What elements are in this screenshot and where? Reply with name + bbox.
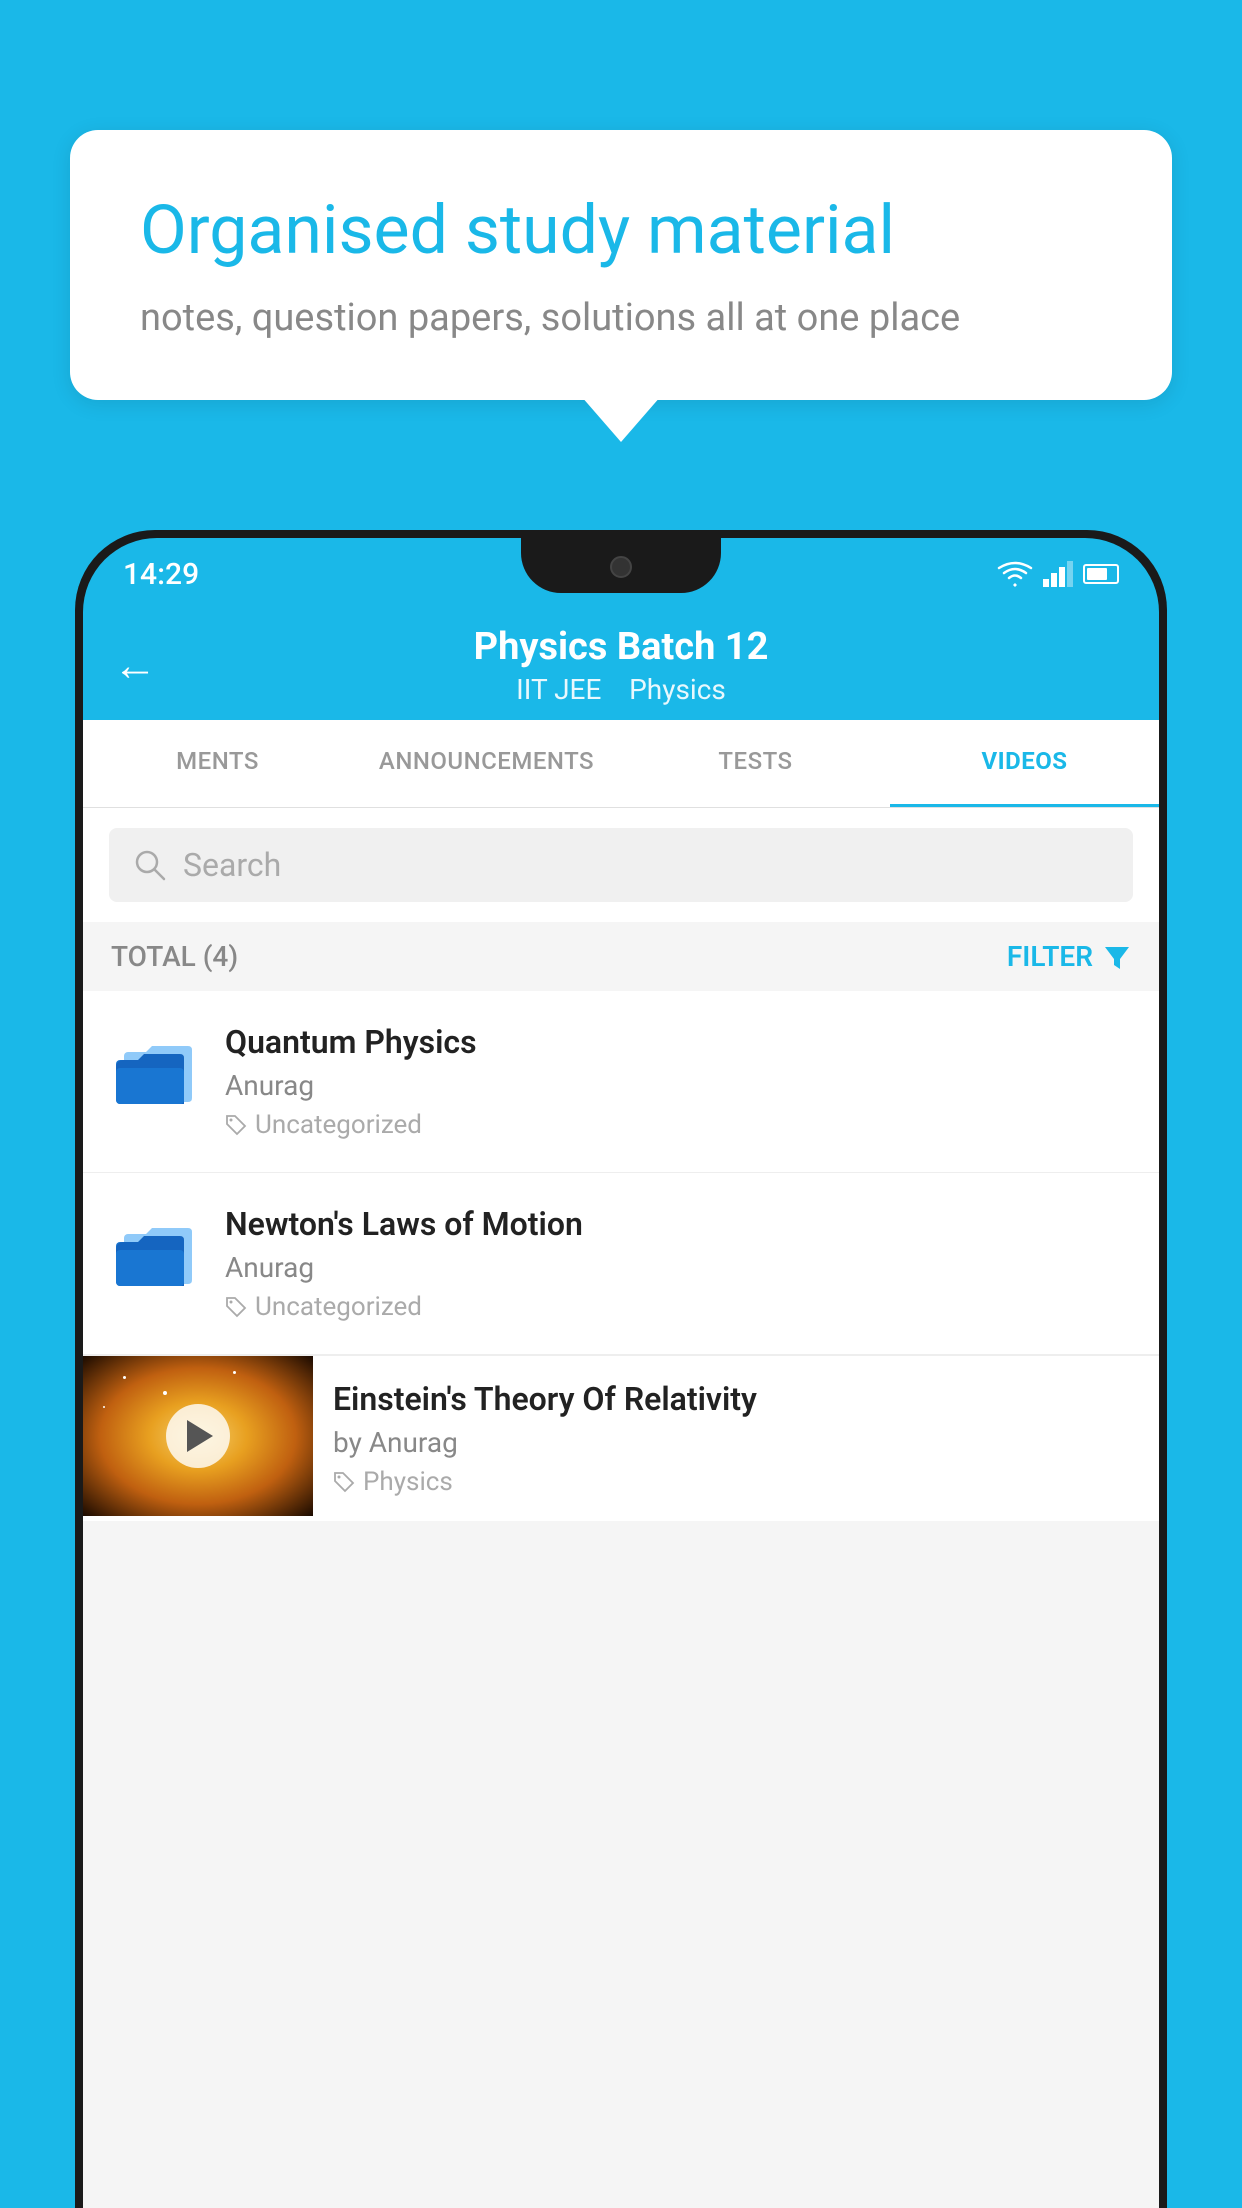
search-bar: Search — [83, 808, 1159, 922]
star-4 — [103, 1406, 105, 1408]
star-3 — [233, 1371, 236, 1374]
video-thumbnail-2 — [111, 1205, 201, 1295]
camera-dot — [610, 556, 632, 578]
star-2 — [163, 1391, 167, 1395]
video-title-2: Newton's Laws of Motion — [225, 1205, 1131, 1243]
folder-icon — [116, 1032, 196, 1104]
filter-button[interactable]: FILTER — [1007, 940, 1131, 973]
back-button[interactable]: ← — [113, 639, 157, 691]
video-title-3: Einstein's Theory Of Relativity — [333, 1380, 1135, 1418]
bubble-title: Organised study material — [140, 190, 1102, 272]
list-item[interactable]: Newton's Laws of Motion Anurag Uncategor… — [83, 1173, 1159, 1355]
signal-icon — [1043, 561, 1073, 587]
tab-videos[interactable]: VIDEOS — [890, 720, 1159, 807]
tag-icon — [333, 1471, 355, 1493]
content-area: Search TOTAL (4) FILTER — [83, 808, 1159, 2208]
play-triangle — [187, 1420, 213, 1452]
search-placeholder: Search — [183, 846, 281, 884]
filter-label: FILTER — [1007, 940, 1093, 973]
list-item[interactable]: Quantum Physics Anurag Uncategorized — [83, 991, 1159, 1173]
search-icon — [133, 848, 167, 882]
video-tag-2: Uncategorized — [225, 1292, 1131, 1322]
video-title-1: Quantum Physics — [225, 1023, 1131, 1061]
speech-bubble: Organised study material notes, question… — [70, 130, 1172, 400]
speech-bubble-area: Organised study material notes, question… — [70, 130, 1172, 400]
video-tag-3: Physics — [333, 1467, 1135, 1497]
tab-bar: MENTS ANNOUNCEMENTS TESTS VIDEOS — [83, 720, 1159, 808]
star-1 — [123, 1376, 126, 1379]
list-item[interactable]: Einstein's Theory Of Relativity by Anura… — [83, 1355, 1159, 1521]
total-count: TOTAL (4) — [111, 940, 238, 973]
phone-inner: 14:29 — [83, 538, 1159, 2208]
wifi-icon — [997, 561, 1033, 587]
header-tag1: IIT JEE — [516, 673, 601, 706]
tag-icon — [225, 1114, 247, 1136]
search-input-wrap[interactable]: Search — [109, 828, 1133, 902]
tag-icon — [225, 1296, 247, 1318]
video-author-3: by Anurag — [333, 1426, 1135, 1459]
play-button[interactable] — [166, 1404, 230, 1468]
video-tag-text-3: Physics — [363, 1467, 453, 1497]
app-header: ← Physics Batch 12 IIT JEE Physics — [83, 610, 1159, 720]
notch — [521, 538, 721, 593]
status-time: 14:29 — [123, 557, 199, 592]
video-tag-1: Uncategorized — [225, 1110, 1131, 1140]
header-tag2: Physics — [629, 673, 726, 706]
filter-row: TOTAL (4) FILTER — [83, 922, 1159, 991]
video-thumbnail-1 — [111, 1023, 201, 1113]
header-title: Physics Batch 12 — [474, 625, 769, 669]
battery-fill — [1087, 568, 1107, 580]
video-info-3: Einstein's Theory Of Relativity by Anura… — [313, 1356, 1159, 1521]
filter-icon — [1103, 943, 1131, 971]
video-author-2: Anurag — [225, 1251, 1131, 1284]
video-tag-text-1: Uncategorized — [255, 1110, 422, 1140]
phone-frame: 14:29 — [75, 530, 1167, 2208]
tab-tests[interactable]: TESTS — [621, 720, 890, 807]
status-icons — [997, 561, 1119, 587]
bubble-subtitle: notes, question papers, solutions all at… — [140, 296, 1102, 340]
battery-icon — [1083, 564, 1119, 584]
video-thumbnail-img — [83, 1356, 313, 1516]
video-tag-text-2: Uncategorized — [255, 1292, 422, 1322]
header-subtitle: IIT JEE Physics — [474, 673, 769, 706]
tab-ments[interactable]: MENTS — [83, 720, 352, 807]
header-title-area: Physics Batch 12 IIT JEE Physics — [474, 625, 769, 706]
video-author-1: Anurag — [225, 1069, 1131, 1102]
video-info-1: Quantum Physics Anurag Uncategorized — [225, 1023, 1131, 1140]
video-list: Quantum Physics Anurag Uncategorized — [83, 991, 1159, 1521]
tab-announcements[interactable]: ANNOUNCEMENTS — [352, 720, 621, 807]
video-info-2: Newton's Laws of Motion Anurag Uncategor… — [225, 1205, 1131, 1322]
folder-icon — [116, 1214, 196, 1286]
